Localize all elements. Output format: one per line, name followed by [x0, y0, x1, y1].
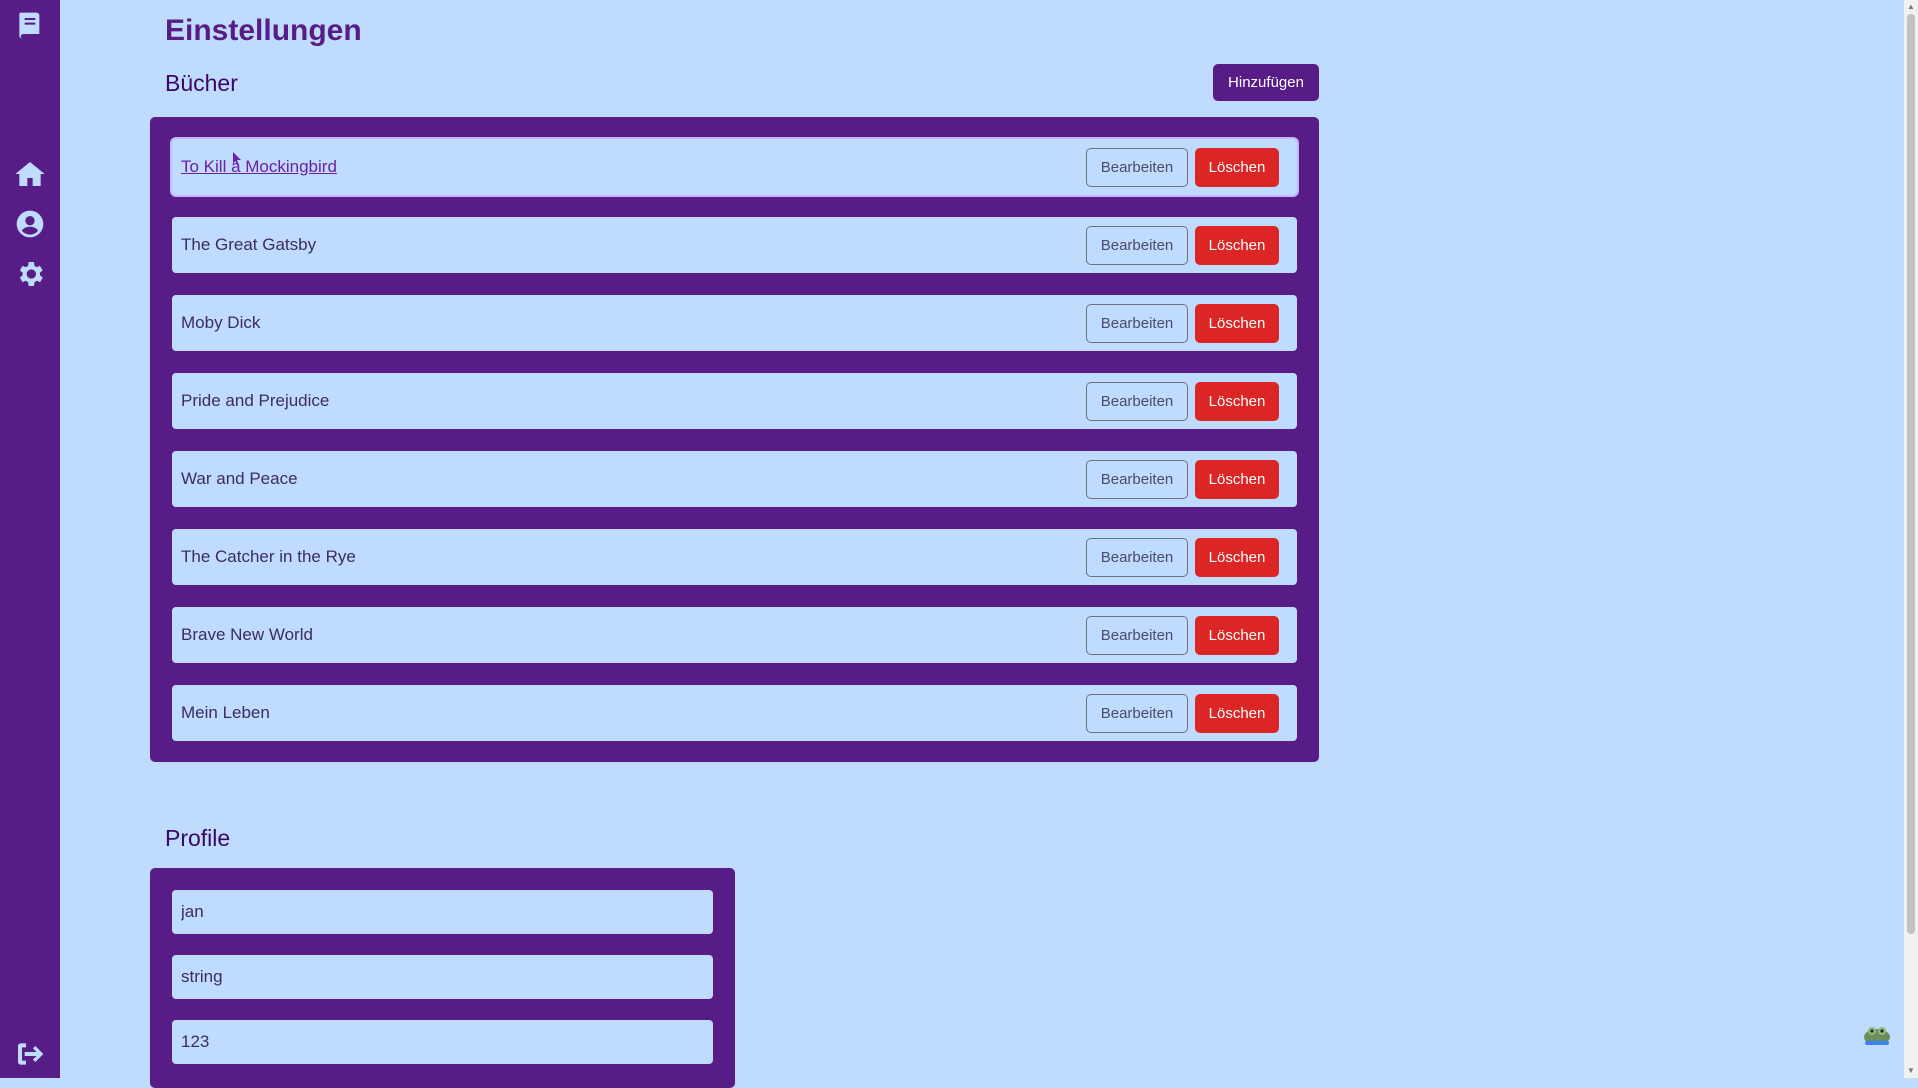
edit-book-button[interactable]: Bearbeiten	[1086, 460, 1188, 499]
delete-book-button[interactable]: Löschen	[1195, 538, 1279, 577]
frog-mascot-icon[interactable]	[1862, 1022, 1892, 1046]
mouse-cursor-icon	[233, 152, 241, 166]
delete-book-button[interactable]: Löschen	[1195, 304, 1279, 343]
delete-book-button[interactable]: Löschen	[1195, 382, 1279, 421]
profile-panel	[150, 868, 735, 1088]
delete-book-button[interactable]: Löschen	[1195, 226, 1279, 265]
book-icon[interactable]	[14, 10, 46, 42]
delete-book-button[interactable]: Löschen	[1195, 694, 1279, 733]
gear-icon[interactable]	[14, 258, 46, 290]
book-title-link[interactable]: To Kill a Mockingbird	[181, 157, 337, 177]
book-row: The Catcher in the Rye Bearbeiten Lösche…	[172, 529, 1297, 585]
logout-icon[interactable]	[14, 1038, 46, 1070]
delete-book-button[interactable]: Löschen	[1195, 460, 1279, 499]
book-title: Mein Leben	[181, 703, 270, 722]
book-title: Brave New World	[181, 625, 313, 644]
edit-book-button[interactable]: Bearbeiten	[1086, 382, 1188, 421]
home-icon[interactable]	[14, 158, 46, 190]
book-row: Mein Leben Bearbeiten Löschen	[172, 685, 1297, 741]
edit-book-button[interactable]: Bearbeiten	[1086, 538, 1188, 577]
edit-book-button[interactable]: Bearbeiten	[1086, 226, 1188, 265]
profile-field-number[interactable]	[172, 1020, 713, 1064]
book-title: War and Peace	[181, 469, 298, 488]
profile-section-title: Profile	[165, 825, 231, 851]
book-title: The Great Gatsby	[181, 235, 317, 254]
book-row: Moby Dick Bearbeiten Löschen	[172, 295, 1297, 351]
edit-book-button[interactable]: Bearbeiten	[1086, 616, 1188, 655]
profile-field-name[interactable]	[172, 890, 713, 934]
book-row: The Great Gatsby Bearbeiten Löschen	[172, 217, 1297, 273]
scrollbar[interactable]: ▲ ▼	[1904, 0, 1918, 1078]
delete-book-button[interactable]: Löschen	[1195, 616, 1279, 655]
book-row: Brave New World Bearbeiten Löschen	[172, 607, 1297, 663]
page-title: Einstellungen	[165, 14, 362, 47]
books-list: To Kill a Mockingbird Bearbeiten Löschen…	[150, 117, 1319, 762]
add-book-button[interactable]: Hinzufügen	[1213, 64, 1319, 101]
edit-book-button[interactable]: Bearbeiten	[1086, 304, 1188, 343]
book-title: The Catcher in the Rye	[181, 547, 356, 566]
edit-book-button[interactable]: Bearbeiten	[1086, 148, 1188, 187]
sidebar	[0, 0, 60, 1078]
scroll-up-arrow-icon[interactable]: ▲	[1904, 0, 1918, 14]
book-title: Pride and Prejudice	[181, 391, 330, 410]
user-circle-icon[interactable]	[14, 208, 46, 240]
books-section-title: Bücher	[165, 70, 238, 96]
book-row: Pride and Prejudice Bearbeiten Löschen	[172, 373, 1297, 429]
edit-book-button[interactable]: Bearbeiten	[1086, 694, 1188, 733]
scroll-down-arrow-icon[interactable]: ▼	[1904, 1064, 1918, 1078]
delete-book-button[interactable]: Löschen	[1195, 148, 1279, 187]
profile-field-string[interactable]	[172, 955, 713, 999]
book-title: Moby Dick	[181, 313, 261, 332]
book-row: To Kill a Mockingbird Bearbeiten Löschen	[172, 139, 1297, 195]
scroll-thumb[interactable]	[1907, 14, 1915, 934]
book-row: War and Peace Bearbeiten Löschen	[172, 451, 1297, 507]
